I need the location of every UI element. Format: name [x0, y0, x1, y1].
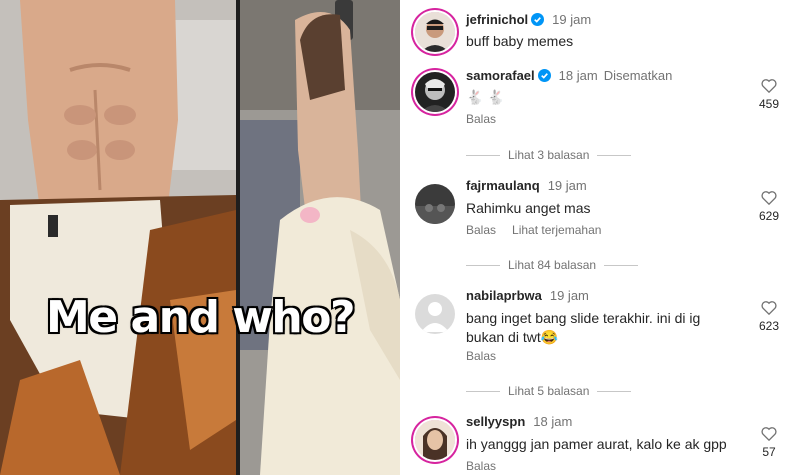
- view-replies-button[interactable]: Lihat 5 balasan: [466, 384, 632, 398]
- reply-button[interactable]: Balas: [466, 112, 496, 126]
- heart-icon[interactable]: [761, 426, 777, 441]
- comment-text: Rahimku anget mas: [466, 200, 591, 216]
- heart-icon[interactable]: [761, 190, 777, 205]
- avatar[interactable]: [415, 294, 455, 334]
- username[interactable]: jefrinichol: [466, 12, 528, 27]
- like-count: 629: [758, 209, 780, 223]
- view-replies-button[interactable]: Lihat 84 balasan: [466, 258, 639, 272]
- view-replies-label: Lihat 84 balasan: [508, 258, 597, 272]
- heart-icon[interactable]: [761, 78, 777, 93]
- user-avatar-icon: [415, 184, 455, 224]
- post-image[interactable]: Me and who?: [0, 0, 400, 475]
- timestamp[interactable]: 19 jam: [550, 288, 589, 303]
- caption-comment: jefrinichol 19 jam buff baby memes: [400, 0, 800, 60]
- username[interactable]: fajrmaulanq: [466, 178, 540, 193]
- comment-text: buff baby memes: [466, 33, 574, 49]
- reply-button[interactable]: Balas: [466, 223, 496, 237]
- meme-left-panel: [0, 0, 236, 475]
- timestamp[interactable]: 18 jam: [559, 68, 598, 83]
- avatar[interactable]: [415, 420, 455, 460]
- comment-text: ih yanggg jan pamer aurat, kalo ke ak gp…: [466, 436, 727, 452]
- separator-line: [466, 155, 500, 157]
- username[interactable]: nabilaprbwa: [466, 288, 542, 303]
- username[interactable]: samorafael: [466, 68, 535, 83]
- comment-item: nabilaprbwa 19 jam bang inget bang slide …: [400, 282, 800, 402]
- avatar[interactable]: [415, 72, 455, 112]
- user-avatar-icon: [415, 72, 455, 112]
- separator-line: [597, 155, 632, 157]
- verified-badge-icon: [537, 69, 551, 82]
- user-avatar-icon: [415, 12, 455, 52]
- pinned-label: Disematkan: [603, 68, 673, 83]
- verified-badge-icon: [531, 13, 545, 26]
- comment-item: sellyyspn 18 jam ih yanggg jan pamer aura…: [400, 408, 800, 475]
- comment-text: 🐇 🐇: [466, 89, 505, 105]
- comments-panel[interactable]: jefrinichol 19 jam buff baby memes samora…: [400, 0, 800, 475]
- comment-text-line-2: bukan di twt😂: [466, 329, 559, 345]
- view-replies-button[interactable]: Lihat 3 balasan: [466, 148, 632, 162]
- timestamp[interactable]: 19 jam: [552, 12, 591, 27]
- separator-line: [597, 391, 632, 393]
- like-count: 459: [758, 97, 780, 111]
- comment-item: fajrmaulanq 19 jam Rahimku anget mas Bala…: [400, 170, 800, 275]
- meme-caption: Me and who?: [46, 292, 356, 343]
- avatar[interactable]: [415, 184, 455, 224]
- comment-text-line-1: bang inget bang slide terakhir. ini di i…: [466, 310, 701, 326]
- translate-button[interactable]: Lihat terjemahan: [512, 223, 601, 237]
- heart-icon[interactable]: [761, 300, 777, 315]
- default-avatar-icon: [415, 294, 455, 334]
- timestamp[interactable]: 19 jam: [548, 178, 587, 193]
- reply-button[interactable]: Balas: [466, 459, 496, 473]
- meme-right-panel: [240, 0, 400, 475]
- view-replies-label: Lihat 3 balasan: [508, 148, 590, 162]
- view-replies-label: Lihat 5 balasan: [508, 384, 590, 398]
- comment-item: samorafael 18 jam Disematkan 🐇 🐇 Balas 459…: [400, 60, 800, 170]
- timestamp[interactable]: 18 jam: [533, 414, 572, 429]
- separator-line: [466, 391, 500, 393]
- separator-line: [466, 265, 500, 267]
- username[interactable]: sellyyspn: [466, 414, 525, 429]
- avatar[interactable]: [415, 12, 455, 52]
- like-count: 623: [758, 319, 780, 333]
- like-count: 57: [762, 445, 776, 459]
- reply-button[interactable]: Balas: [466, 349, 496, 363]
- user-avatar-icon: [415, 420, 455, 460]
- post-view: Me and who? jefrinichol 19 jam buff baby …: [0, 0, 800, 475]
- separator-line: [604, 265, 639, 267]
